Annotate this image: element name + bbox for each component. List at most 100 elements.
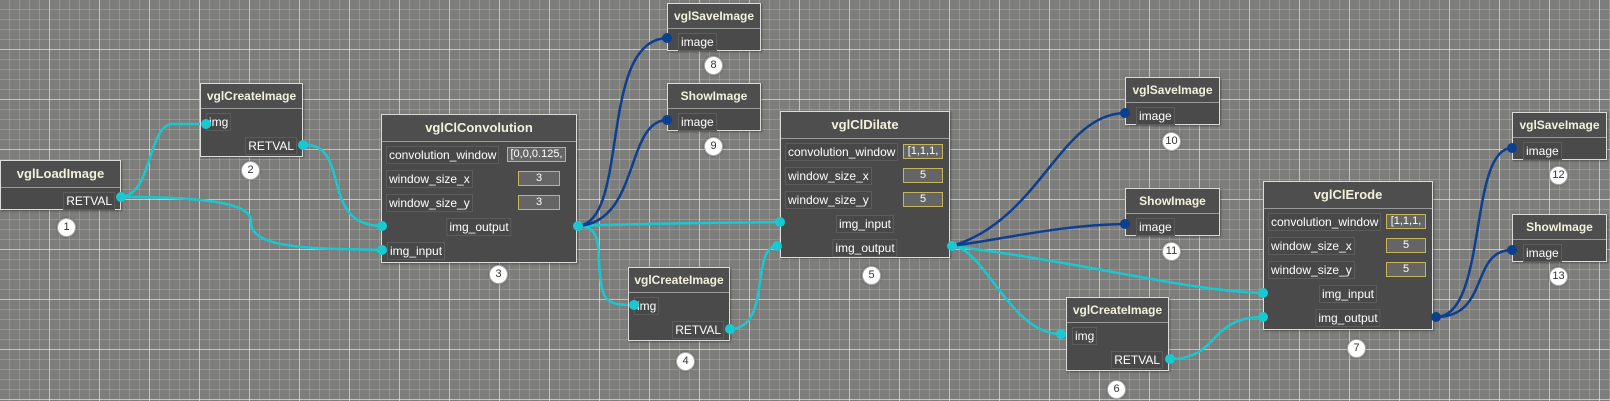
node-vglclconvolution[interactable]: vglClConvolution convolution_window [0,0…: [381, 114, 577, 263]
param-label: window_size_y: [1268, 261, 1355, 279]
port-input-image[interactable]: [1120, 219, 1130, 229]
input-label: image: [1136, 218, 1175, 236]
output-row: RETVAL: [629, 317, 729, 341]
param-label: convolution_window: [785, 143, 899, 161]
param-value-field[interactable]: [1,1,1,: [903, 144, 943, 159]
wire-5-to-6: [950, 244, 1063, 336]
output-label: img_output: [832, 239, 898, 257]
param-row: window_size_y 3: [382, 190, 576, 214]
param-label: window_size_y: [785, 191, 872, 209]
wire-6-to-7: [1168, 315, 1265, 361]
node-showimage[interactable]: ShowImage image: [1125, 188, 1220, 236]
wire-3-to-4: [576, 224, 636, 307]
wire-5-to-7: [950, 244, 1265, 295]
param-value-field[interactable]: 3: [518, 195, 560, 210]
node-number-badge: 5: [862, 266, 881, 285]
param-value-field[interactable]: 5: [1386, 262, 1426, 277]
node-number-badge: 7: [1347, 339, 1366, 358]
node-title[interactable]: vglClConvolution: [382, 115, 576, 142]
param-value-field[interactable]: 5: [1386, 238, 1426, 253]
node-title[interactable]: vglLoadImage: [1, 161, 120, 188]
node-title[interactable]: vglClErode: [1264, 182, 1432, 209]
node-title[interactable]: vglSaveImage: [668, 4, 760, 29]
port-output-retval[interactable]: [1165, 354, 1175, 364]
wire-5-to-11: [950, 222, 1127, 248]
input-row: img_input: [382, 238, 576, 262]
port-input-img-input[interactable]: [775, 217, 785, 227]
input-row: img: [201, 109, 302, 133]
port-input-img[interactable]: [629, 300, 639, 310]
param-value-field[interactable]: 5: [903, 168, 943, 183]
param-value-field[interactable]: [0,0,0.125,: [507, 147, 566, 162]
wire-3-to-5: [576, 220, 782, 228]
wire-4-to-5: [728, 244, 779, 331]
node-number-badge: 6: [1107, 380, 1126, 399]
node-title[interactable]: vglCreateImage: [201, 84, 302, 109]
port-input-image[interactable]: [1120, 108, 1130, 118]
param-row: window_size_x 5: [1264, 233, 1432, 257]
wire-3-to-9: [576, 118, 669, 228]
param-value-field[interactable]: 5: [903, 192, 943, 207]
param-label: window_size_x: [1268, 237, 1355, 255]
node-title[interactable]: ShowImage: [1126, 189, 1219, 214]
port-input-image[interactable]: [662, 33, 672, 43]
node-vglcldilate[interactable]: vglClDilate convolution_window [1,1,1, w…: [780, 111, 950, 258]
node-title[interactable]: vglCreateImage: [1067, 298, 1168, 323]
param-row: window_size_x 5: [781, 163, 949, 187]
input-row: image: [668, 29, 760, 53]
wire-7-to-13: [1434, 248, 1514, 319]
node-vglsaveimage[interactable]: vglSaveImage image: [667, 3, 761, 51]
node-vglsaveimage[interactable]: vglSaveImage image: [1125, 77, 1220, 125]
input-row: img: [1067, 323, 1168, 347]
port-input-image[interactable]: [662, 115, 672, 125]
port-img-output[interactable]: [772, 241, 782, 251]
node-number-badge: 12: [1549, 166, 1568, 185]
node-title[interactable]: ShowImage: [1513, 215, 1606, 240]
output-label: RETVAL: [1111, 351, 1163, 369]
node-showimage[interactable]: ShowImage image: [1512, 214, 1607, 262]
port-output-img-output[interactable]: [947, 241, 957, 251]
output-row: img_output: [1264, 305, 1432, 329]
input-row: img_input: [781, 211, 949, 235]
port-input-image[interactable]: [1507, 143, 1517, 153]
wire-2-to-3: [301, 143, 384, 228]
node-vglcreateimage[interactable]: vglCreateImage img RETVAL: [200, 83, 303, 157]
port-output-retval[interactable]: [298, 140, 308, 150]
input-label: img_input: [387, 242, 446, 260]
input-row: img: [629, 293, 729, 317]
port-output-img-output[interactable]: [1431, 312, 1441, 322]
port-input-image[interactable]: [1507, 245, 1517, 255]
port-input-img-input[interactable]: [377, 245, 387, 255]
node-showimage[interactable]: ShowImage image: [667, 83, 761, 131]
node-number-badge: 3: [489, 265, 508, 284]
port-output-img-output[interactable]: [573, 221, 583, 231]
param-value-field[interactable]: 3: [518, 171, 560, 186]
port-input-img[interactable]: [1056, 329, 1066, 339]
output-row: img_output: [382, 214, 576, 238]
input-row: image: [1513, 138, 1606, 162]
node-number-badge: 9: [704, 137, 723, 156]
node-vglsaveimage[interactable]: vglSaveImage image: [1512, 112, 1607, 160]
node-editor-canvas[interactable]: vglLoadImage RETVAL 1 vglCreateImage img…: [0, 0, 1610, 401]
port-img-output[interactable]: [377, 221, 387, 231]
input-row: image: [1126, 103, 1219, 127]
port-img-output[interactable]: [1258, 312, 1268, 322]
node-title[interactable]: vglClDilate: [781, 112, 949, 139]
node-vglclerode[interactable]: vglClErode convolution_window [1,1,1, wi…: [1263, 181, 1433, 330]
node-title[interactable]: vglSaveImage: [1126, 78, 1219, 103]
node-vglcreateimage[interactable]: vglCreateImage img RETVAL: [1066, 297, 1169, 371]
node-vglloadimage[interactable]: vglLoadImage RETVAL: [0, 160, 121, 210]
output-row: RETVAL: [1067, 347, 1168, 371]
port-input-img-input[interactable]: [1258, 288, 1268, 298]
node-title[interactable]: ShowImage: [668, 84, 760, 109]
port-output-retval[interactable]: [725, 324, 735, 334]
param-value-field[interactable]: [1,1,1,: [1386, 214, 1426, 229]
port-output-retval[interactable]: [116, 192, 126, 202]
wire-3-to-8: [576, 36, 669, 228]
node-title[interactable]: vglSaveImage: [1513, 113, 1606, 138]
node-number-badge: 13: [1549, 267, 1568, 286]
output-row: RETVAL: [1, 188, 120, 212]
node-title[interactable]: vglCreateImage: [629, 268, 729, 293]
port-input-img[interactable]: [201, 119, 211, 129]
node-vglcreateimage[interactable]: vglCreateImage img RETVAL: [628, 267, 730, 341]
